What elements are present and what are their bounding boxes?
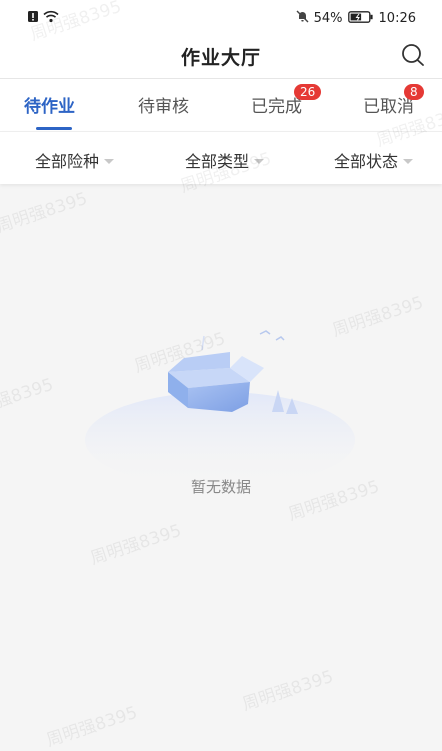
tab-pending-review[interactable]: 待审核 (138, 92, 189, 117)
filter-bar: 全部险种 全部类型 全部状态 (0, 131, 442, 184)
cancelled-count-badge: 8 (404, 84, 424, 100)
caret-down-icon (403, 158, 414, 164)
task-type-filter[interactable]: 全部类型 (185, 148, 265, 172)
clock: 10:26 (378, 11, 416, 26)
filter-label: 全部险种 (35, 152, 100, 171)
filter-label: 全部类型 (185, 152, 250, 171)
tab-label: 待作业 (24, 97, 75, 117)
tab-label: 已取消 (363, 97, 414, 117)
search-icon (402, 44, 424, 66)
active-tab-indicator (36, 127, 72, 130)
app-header: 作业大厅 (0, 34, 442, 78)
completed-count-badge: 26 (294, 84, 322, 100)
watermark: 周明强8395 (0, 374, 56, 423)
page-title: 作业大厅 (180, 47, 261, 69)
tab-label: 已完成 (251, 97, 302, 117)
watermark: 周明强8395 (0, 188, 90, 237)
filter-label: 全部状态 (334, 152, 399, 171)
sim-alert-icon (27, 10, 39, 27)
watermark: 周明强8395 (43, 702, 140, 751)
mute-bell-icon (296, 10, 309, 27)
status-filter[interactable]: 全部状态 (334, 148, 414, 172)
caret-down-icon (254, 158, 265, 164)
battery-icon (347, 10, 374, 27)
insurance-type-filter[interactable]: 全部险种 (35, 148, 115, 172)
watermark: 周明强8395 (239, 666, 336, 715)
empty-state-text: 暂无数据 (190, 478, 251, 496)
wifi-icon (43, 10, 59, 27)
search-button[interactable] (400, 42, 426, 68)
tab-label: 待审核 (138, 97, 189, 117)
status-bar: 54% 10:26 (0, 0, 442, 34)
status-tabs: 待作业 待审核 已完成 已取消 26 8 (0, 78, 442, 131)
battery-percent: 54% (313, 11, 343, 26)
tab-pending-work[interactable]: 待作业 (24, 92, 75, 117)
watermark: 周明强8395 (87, 520, 184, 569)
status-left (27, 10, 59, 27)
status-right: 54% 10:26 (296, 10, 416, 27)
caret-down-icon (104, 158, 115, 164)
